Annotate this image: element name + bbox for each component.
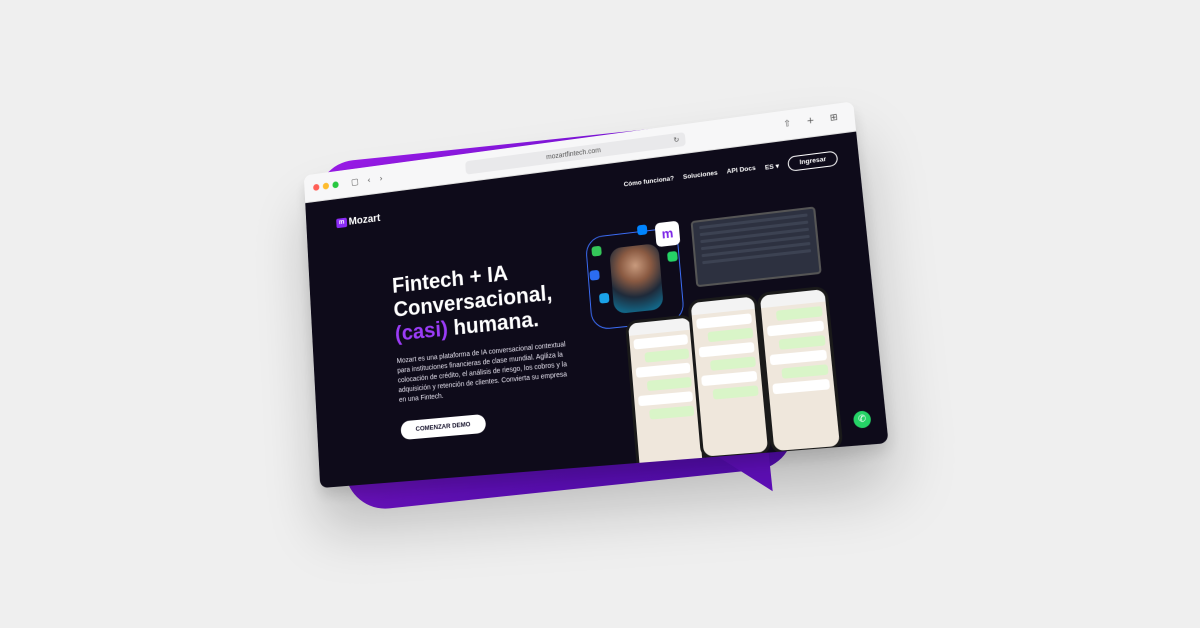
- whatsapp-float-icon[interactable]: ✆: [852, 410, 872, 429]
- mozart-logo[interactable]: m Mozart: [336, 212, 381, 229]
- agent-photo: [609, 243, 664, 315]
- chat-bubble: [707, 327, 754, 343]
- logo-mark-icon: m: [336, 217, 348, 229]
- chat-bubble: [646, 376, 692, 392]
- chat-bubble: [696, 313, 753, 330]
- chat-bubble: [649, 405, 695, 420]
- chat-bubble: [698, 341, 755, 358]
- hero-illustration: m: [584, 197, 850, 480]
- back-icon[interactable]: ‹: [367, 175, 371, 185]
- chat-bubble: [769, 349, 828, 366]
- chat-bubble: [712, 385, 759, 400]
- sidebar-icon[interactable]: ▢: [351, 177, 359, 187]
- messenger-icon: [636, 224, 648, 236]
- hero-description: Mozart es una plataforma de IA conversac…: [396, 341, 568, 404]
- chat-bubble: [701, 370, 758, 387]
- chat-bubble: [633, 334, 689, 350]
- language-selector[interactable]: ES ▾: [764, 161, 780, 171]
- close-window-button[interactable]: [313, 183, 320, 191]
- dashboard-screenshot: [690, 206, 822, 288]
- chat-bubble: [709, 356, 757, 371]
- hero-title-accent: (casi): [394, 316, 449, 346]
- phone-header: [759, 289, 826, 309]
- messages-icon: [591, 245, 602, 257]
- phone-header: [628, 317, 691, 336]
- telegram-icon: [598, 292, 610, 304]
- login-button[interactable]: Ingresar: [787, 150, 839, 172]
- phone-mockup-3: [756, 285, 844, 455]
- top-nav: Cómo funciona? Soluciones API Docs ES ▾ …: [623, 150, 839, 192]
- chat-icon: [589, 269, 600, 281]
- chat-bubble: [635, 362, 691, 378]
- share-newtab-tabs-icons[interactable]: ⇧ + ⊞: [783, 112, 844, 130]
- mozart-brand-icon: m: [654, 220, 681, 248]
- chat-bubble: [781, 364, 829, 379]
- chat-bubble: [772, 378, 831, 395]
- chat-bubble: [637, 391, 694, 407]
- reload-icon[interactable]: ↻: [673, 136, 679, 145]
- chat-bubble: [766, 320, 825, 337]
- chat-bubble: [778, 335, 826, 350]
- chat-bubble: [775, 306, 823, 322]
- maximize-window-button[interactable]: [332, 181, 339, 189]
- url-text: mozartfintech.com: [545, 146, 602, 161]
- logo-text: Mozart: [348, 212, 381, 228]
- start-demo-button[interactable]: COMENZAR DEMO: [400, 413, 487, 441]
- forward-icon[interactable]: ›: [379, 174, 383, 184]
- hero-section: Fintech + IA Conversacional, (casi) huma…: [391, 251, 601, 441]
- chat-bubble: [644, 348, 690, 363]
- hero-title: Fintech + IA Conversacional, (casi) huma…: [391, 251, 593, 346]
- nav-api-docs[interactable]: API Docs: [726, 165, 756, 176]
- whatsapp-small-icon: [667, 250, 678, 263]
- nav-solutions[interactable]: Soluciones: [683, 170, 718, 181]
- nav-how-it-works[interactable]: Cómo funciona?: [623, 175, 674, 188]
- minimize-window-button[interactable]: [322, 182, 330, 190]
- phone-header: [690, 296, 755, 316]
